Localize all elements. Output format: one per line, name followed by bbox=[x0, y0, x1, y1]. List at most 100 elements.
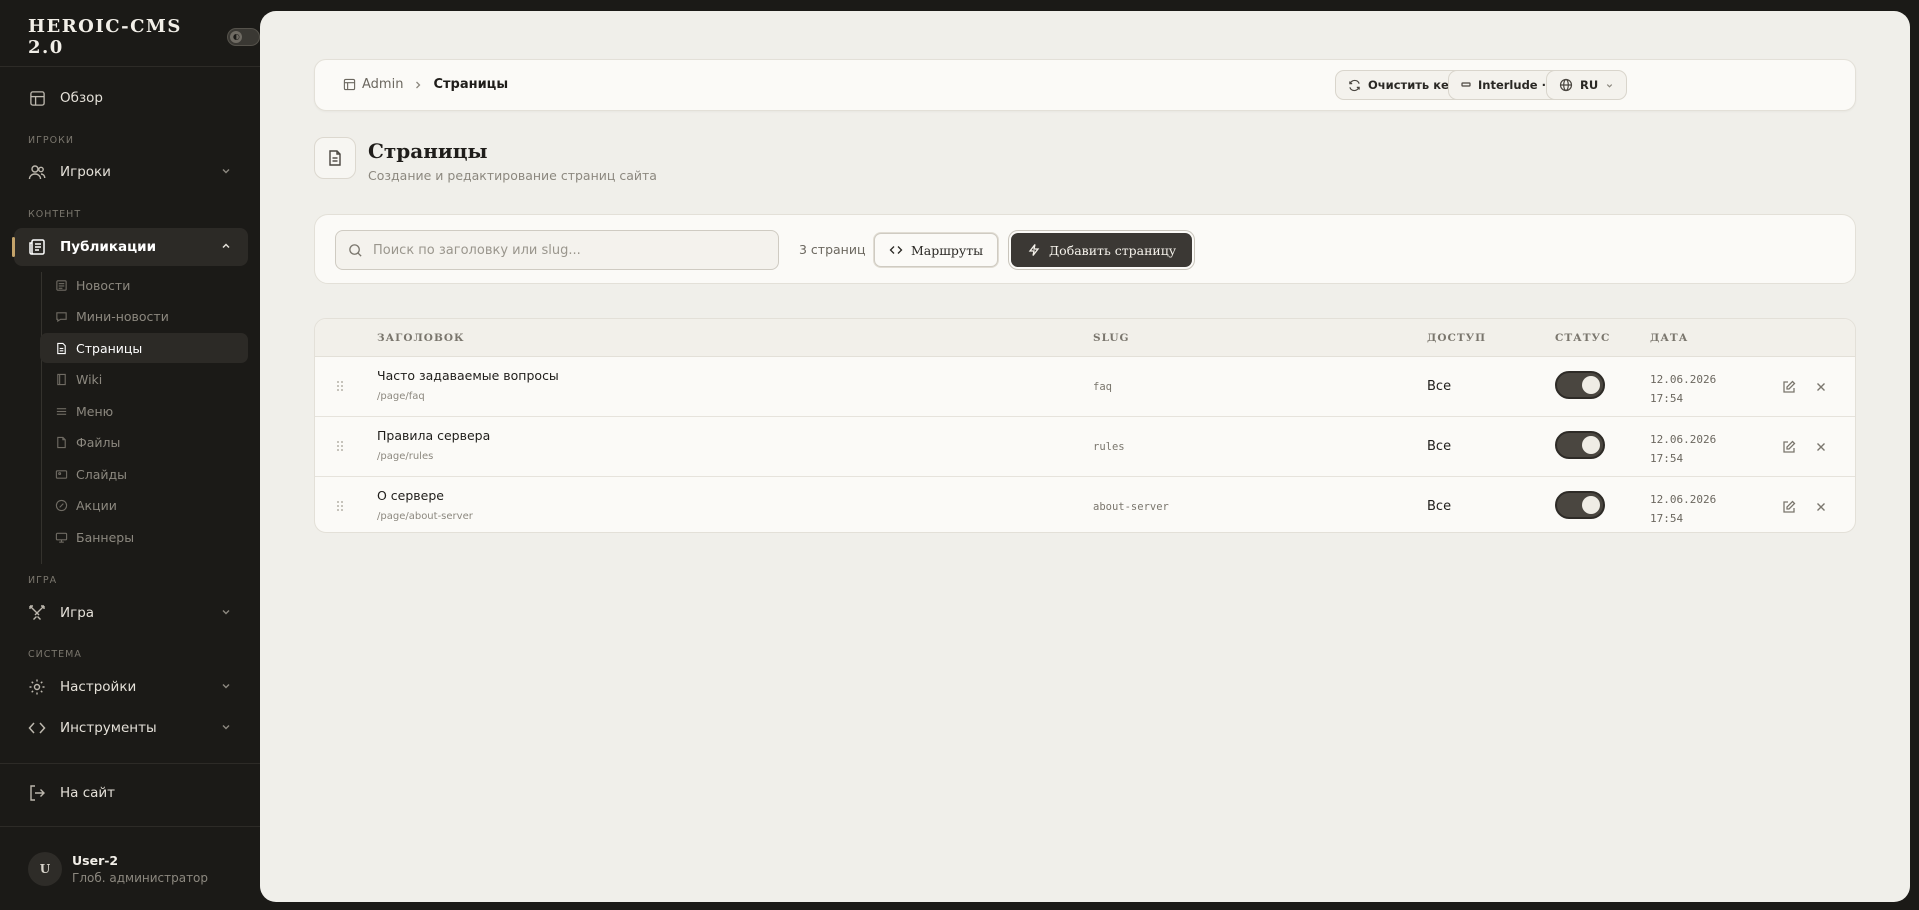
row-access: Все bbox=[1427, 499, 1452, 514]
search-input[interactable] bbox=[373, 242, 753, 258]
drag-handle-icon[interactable] bbox=[335, 379, 345, 393]
users-icon bbox=[28, 163, 46, 181]
column-header-date[interactable]: ДАТА bbox=[1650, 332, 1688, 344]
column-header-slug[interactable]: SLUG bbox=[1093, 332, 1130, 344]
news-icon bbox=[54, 278, 68, 292]
section-game: ИГРА bbox=[28, 575, 58, 586]
avatar: U bbox=[28, 852, 62, 886]
brand: HEROIC-CMS 2.0 ◐ bbox=[28, 16, 260, 58]
server-icon bbox=[1461, 82, 1471, 87]
add-page-button[interactable]: Добавить страницу bbox=[1011, 233, 1193, 267]
message-icon bbox=[54, 309, 68, 323]
code-icon bbox=[28, 719, 46, 737]
edit-icon[interactable] bbox=[1781, 439, 1797, 455]
search-box bbox=[335, 230, 779, 270]
drag-handle-icon[interactable] bbox=[335, 499, 345, 513]
sidebar-sub-pages[interactable]: Страницы bbox=[40, 333, 248, 363]
chevron-right-icon bbox=[416, 81, 421, 88]
swords-icon bbox=[28, 604, 46, 622]
page-title: Страницы bbox=[368, 139, 488, 163]
row-date-time: 17:54 bbox=[1650, 512, 1684, 525]
sidebar-sub-label: Wiki bbox=[76, 371, 103, 387]
sidebar-sub-label: Акции bbox=[76, 497, 117, 513]
sidebar-item-tools[interactable]: Инструменты bbox=[14, 709, 248, 747]
monitor-icon bbox=[54, 530, 68, 544]
sidebar-item-label: Инструменты bbox=[60, 720, 157, 736]
breadcrumb: Admin Страницы bbox=[343, 77, 508, 92]
main-panel: Admin Страницы Очистить кеш Interlude · … bbox=[260, 11, 1910, 902]
globe-icon bbox=[1559, 78, 1573, 92]
sidebar-sub-files[interactable]: Файлы bbox=[40, 427, 248, 457]
sidebar-item-game[interactable]: Игра bbox=[14, 594, 248, 632]
sidebar-sub-slides[interactable]: Слайды bbox=[40, 459, 248, 489]
chevron-up-icon bbox=[222, 243, 230, 249]
status-toggle[interactable] bbox=[1555, 491, 1605, 519]
close-icon[interactable] bbox=[1813, 439, 1829, 455]
sidebar-sub-menu[interactable]: Меню bbox=[40, 396, 248, 426]
sidebar-sub-label: Страницы bbox=[76, 340, 143, 356]
status-toggle[interactable] bbox=[1555, 371, 1605, 399]
sidebar-item-publications[interactable]: Публикации bbox=[12, 228, 248, 266]
sidebar-sub-wiki[interactable]: Wiki bbox=[40, 364, 248, 394]
sidebar-item-label: Обзор bbox=[60, 90, 103, 106]
routes-label: Маршруты bbox=[911, 242, 984, 258]
row-title[interactable]: Часто задаваемые вопросы bbox=[377, 368, 559, 383]
theme-toggle[interactable]: ◐ bbox=[227, 28, 260, 46]
column-header-access[interactable]: ДОСТУП bbox=[1427, 332, 1486, 344]
table-row[interactable]: Правила сервера /page/rules rules Все 12… bbox=[315, 417, 1855, 477]
row-access: Все bbox=[1427, 379, 1452, 394]
sidebar-sub-label: Баннеры bbox=[76, 529, 135, 545]
row-title[interactable]: О сервере bbox=[377, 488, 444, 503]
page-count: 3 страниц bbox=[799, 242, 866, 257]
sidebar-sub-news[interactable]: Новости bbox=[40, 270, 248, 300]
row-date-day: 12.06.2026 bbox=[1650, 493, 1717, 506]
language-selector[interactable]: RU bbox=[1546, 70, 1628, 100]
breadcrumb-root-label: Admin bbox=[362, 77, 404, 92]
drag-handle-icon[interactable] bbox=[335, 439, 345, 453]
close-icon[interactable] bbox=[1813, 499, 1829, 515]
sidebar-item-to-site[interactable]: На сайт bbox=[14, 774, 248, 812]
row-date-time: 17:54 bbox=[1650, 392, 1684, 405]
row-path: /page/rules bbox=[377, 451, 434, 462]
sidebar-sub-mini-news[interactable]: Мини-новости bbox=[40, 301, 248, 331]
sidebar-item-players[interactable]: Игроки bbox=[14, 153, 248, 191]
brand-title: HEROIC-CMS 2.0 bbox=[28, 16, 182, 58]
column-header-title[interactable]: ЗАГОЛОВОК bbox=[377, 332, 465, 344]
row-title[interactable]: Правила сервера bbox=[377, 428, 490, 443]
row-date-day: 12.06.2026 bbox=[1650, 373, 1717, 386]
add-page-label: Добавить страницу bbox=[1049, 242, 1177, 258]
user-block[interactable]: U User-2 Глоб. администратор bbox=[28, 852, 208, 886]
close-icon[interactable] bbox=[1813, 379, 1829, 395]
routes-button[interactable]: Маршруты bbox=[874, 233, 999, 267]
image-icon bbox=[54, 467, 68, 481]
sidebar-item-label: Публикации bbox=[60, 239, 157, 255]
section-system: СИСТЕМА bbox=[28, 649, 82, 660]
file-text-icon bbox=[54, 341, 68, 355]
table-row[interactable]: Часто задаваемые вопросы /page/faq faq В… bbox=[315, 357, 1855, 417]
table-row[interactable]: О сервере /page/about-server about-serve… bbox=[315, 477, 1855, 532]
chevron-down-icon bbox=[222, 725, 230, 730]
edit-icon[interactable] bbox=[1781, 499, 1797, 515]
row-slug: rules bbox=[1093, 441, 1125, 453]
sidebar-sub-label: Мини-новости bbox=[76, 308, 169, 324]
search-icon bbox=[349, 243, 362, 257]
user-role: Глоб. администратор bbox=[72, 871, 209, 885]
section-content: КОНТЕНТ bbox=[28, 209, 82, 220]
sidebar-sub-banners[interactable]: Баннеры bbox=[40, 522, 248, 552]
edit-icon[interactable] bbox=[1781, 379, 1797, 395]
row-path: /page/about-server bbox=[377, 511, 473, 522]
code-icon bbox=[889, 246, 903, 254]
lightning-icon bbox=[1028, 244, 1040, 256]
menu-icon bbox=[54, 404, 68, 418]
sidebar-item-settings[interactable]: Настройки bbox=[14, 668, 248, 706]
row-date: 12.06.2026 17:54 bbox=[1650, 430, 1716, 468]
sidebar-sub-label: Файлы bbox=[76, 434, 121, 450]
file-icon bbox=[54, 435, 68, 449]
language-label: RU bbox=[1580, 78, 1599, 92]
sidebar-sub-label: Меню bbox=[76, 403, 114, 419]
status-toggle[interactable] bbox=[1555, 431, 1605, 459]
sidebar-item-overview[interactable]: Обзор bbox=[14, 79, 248, 117]
sidebar-sub-promotions[interactable]: Акции bbox=[40, 490, 248, 520]
column-header-status[interactable]: СТАТУС bbox=[1555, 332, 1610, 344]
breadcrumb-root[interactable]: Admin bbox=[343, 77, 403, 92]
